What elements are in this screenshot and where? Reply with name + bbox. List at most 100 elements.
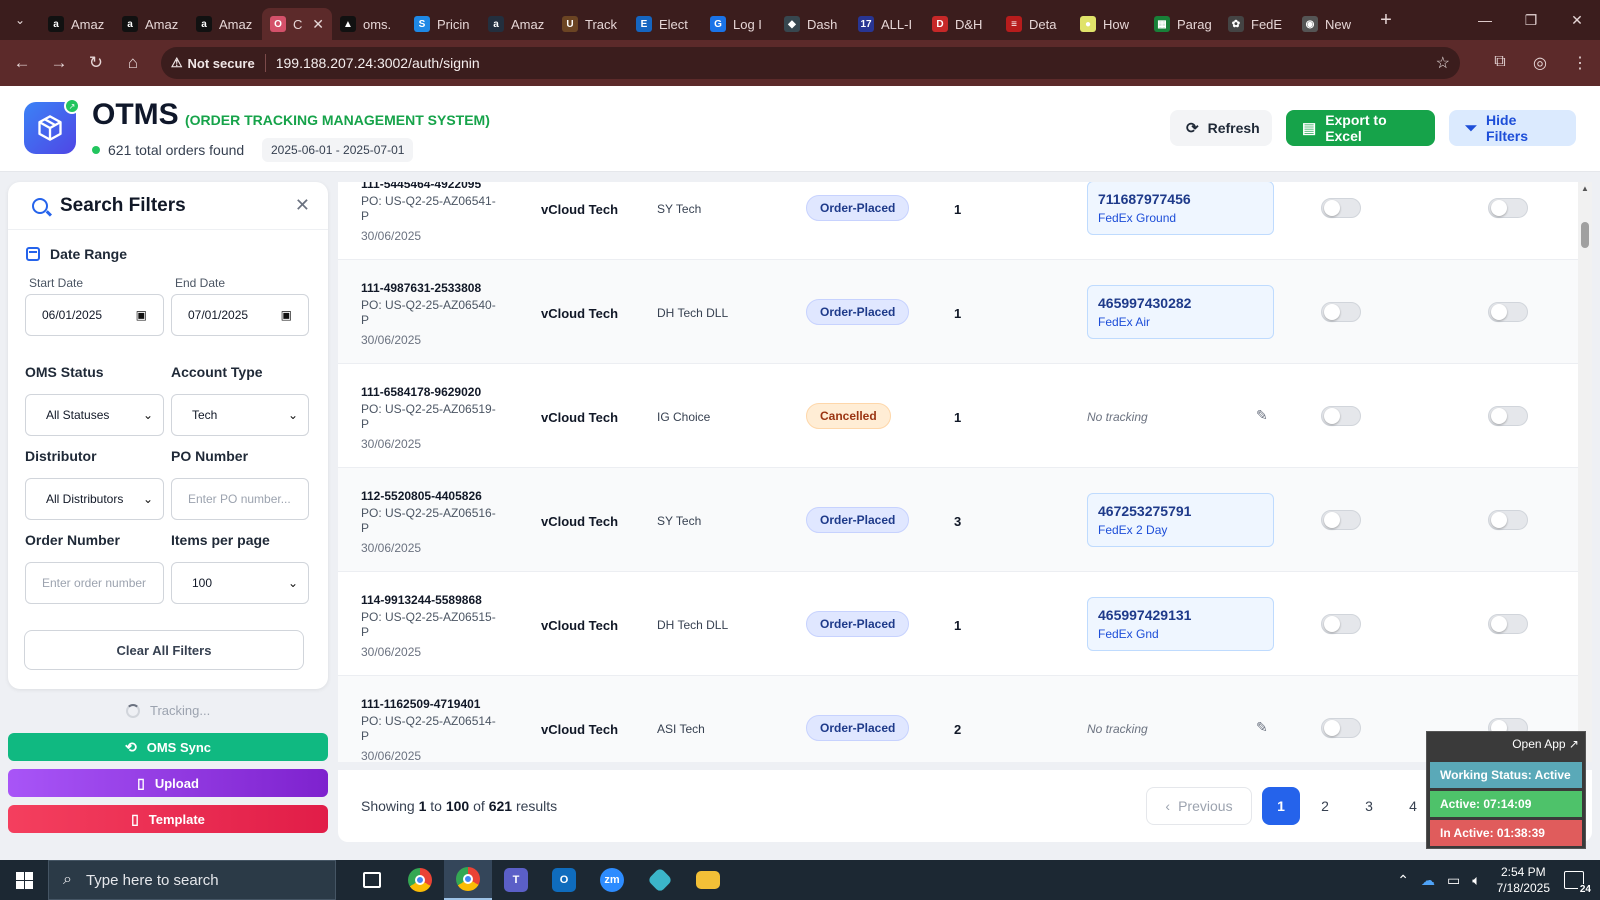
close-icon[interactable]: ✕ xyxy=(295,195,310,216)
volume-icon[interactable]: 🔈︎ xyxy=(1472,872,1480,889)
browser-tab[interactable]: E Elect xyxy=(628,8,702,40)
table-row[interactable]: 111-1162509-4719401 PO: US-Q2-25-AZ06514-… xyxy=(338,676,1578,762)
back-icon[interactable]: ← xyxy=(4,45,40,81)
browser-tab[interactable]: S Pricin xyxy=(406,8,480,40)
browser-tab[interactable]: a Amaz xyxy=(188,8,262,40)
toggle-switch[interactable] xyxy=(1321,510,1361,530)
network-icon[interactable]: ▭ xyxy=(1447,872,1460,889)
table-row[interactable]: 111-6584178-9629020 PO: US-Q2-25-AZ06519-… xyxy=(338,364,1578,468)
browser-tab[interactable]: ▲ oms. xyxy=(332,8,406,40)
browser-tab[interactable]: U Track xyxy=(554,8,628,40)
toggle-switch[interactable] xyxy=(1321,302,1361,322)
page-1-button[interactable]: 1 xyxy=(1262,787,1300,825)
teams-icon[interactable]: T xyxy=(492,860,540,900)
close-tab-icon[interactable]: ✕ xyxy=(312,16,324,33)
browser-tab[interactable]: D D&H xyxy=(924,8,998,40)
chevron-up-icon[interactable]: ⌃ xyxy=(1397,872,1409,889)
url-bar[interactable]: ⚠ Not secure 199.188.207.24:3002/auth/si… xyxy=(160,47,1460,79)
clear-all-filters-button[interactable]: Clear All Filters xyxy=(24,630,304,670)
open-app-link[interactable]: Open App ↗ xyxy=(1512,737,1579,751)
minimize-icon[interactable]: — xyxy=(1462,0,1508,40)
zoom-icon[interactable]: zm xyxy=(588,860,636,900)
browser-tab[interactable]: ▦ Parag xyxy=(1146,8,1220,40)
tracking-box[interactable]: 465997430282 FedEx Air xyxy=(1087,285,1274,339)
browser-tab[interactable]: ◉ New xyxy=(1294,8,1368,40)
outlook-icon[interactable]: O xyxy=(540,860,588,900)
scroll-up-icon[interactable]: ▲ xyxy=(1581,184,1589,193)
toggle-switch[interactable] xyxy=(1488,302,1528,322)
forward-icon[interactable]: → xyxy=(41,45,77,81)
close-window-icon[interactable]: ✕ xyxy=(1554,0,1600,40)
calendar-picker-icon[interactable]: ▣ xyxy=(136,308,147,322)
browser-tab[interactable]: ✿ FedE xyxy=(1220,8,1294,40)
tracking-box[interactable]: 711687977456 FedEx Ground xyxy=(1087,182,1274,235)
profile-icon[interactable]: ◎ xyxy=(1520,53,1560,73)
oms-sync-button[interactable]: ⟲ OMS Sync xyxy=(8,733,328,761)
reload-icon[interactable]: ↻ xyxy=(78,45,114,81)
upload-button[interactable]: ▯ Upload xyxy=(8,769,328,797)
browser-tab[interactable]: ≡ Deta xyxy=(998,8,1072,40)
app-diamond-icon[interactable] xyxy=(636,860,684,900)
tracking-box[interactable]: 467253275791 FedEx 2 Day xyxy=(1087,493,1274,547)
toggle-switch[interactable] xyxy=(1488,614,1528,634)
browser-tab[interactable]: a Amaz xyxy=(480,8,554,40)
browser-tab[interactable]: O C ✕ xyxy=(262,8,332,40)
bookmark-star-icon[interactable]: ☆ xyxy=(1436,53,1450,73)
end-date-input[interactable]: 07/01/2025 ▣ xyxy=(171,294,309,336)
onedrive-icon[interactable]: ☁ xyxy=(1421,872,1435,889)
table-row[interactable]: 111-5445464-4922095 PO: US-Q2-25-AZ06541-… xyxy=(338,182,1578,260)
table-row[interactable]: 111-4987631-2533808 PO: US-Q2-25-AZ06540-… xyxy=(338,260,1578,364)
toggle-switch[interactable] xyxy=(1488,198,1528,218)
calendar-picker-icon[interactable]: ▣ xyxy=(281,308,292,322)
po-number-input[interactable]: Enter PO number... xyxy=(171,478,309,520)
template-button[interactable]: ▯ Template xyxy=(8,805,328,833)
toggle-switch[interactable] xyxy=(1488,510,1528,530)
toggle-switch[interactable] xyxy=(1321,718,1361,738)
scroll-thumb[interactable] xyxy=(1581,222,1589,248)
table-row[interactable]: 112-5520805-4405826 PO: US-Q2-25-AZ06516-… xyxy=(338,468,1578,572)
maximize-icon[interactable]: ❐ xyxy=(1508,0,1554,40)
toggle-switch[interactable] xyxy=(1321,406,1361,426)
toggle-switch[interactable] xyxy=(1321,614,1361,634)
chrome-profile-icon[interactable] xyxy=(444,860,492,900)
browser-tab[interactable]: ● How xyxy=(1072,8,1146,40)
tab-search-icon[interactable]: ⌄ xyxy=(0,0,40,40)
taskbar-clock[interactable]: 2:54 PM 7/18/2025 xyxy=(1497,864,1550,896)
start-date-input[interactable]: 06/01/2025 ▣ xyxy=(25,294,164,336)
items-per-page-select[interactable]: 100 ⌄ xyxy=(171,562,309,604)
toggle-switch[interactable] xyxy=(1321,198,1361,218)
oms-status-select[interactable]: All Statuses ⌄ xyxy=(25,394,164,436)
pencil-icon[interactable]: ✎ xyxy=(1256,719,1268,736)
windows-start-icon[interactable] xyxy=(0,860,48,900)
new-tab-icon[interactable]: + xyxy=(1368,9,1404,32)
notifications-icon[interactable]: 24 xyxy=(1564,871,1593,895)
page-3-button[interactable]: 3 xyxy=(1350,787,1388,825)
previous-page-button[interactable]: ‹ Previous xyxy=(1146,787,1252,825)
browser-tab[interactable]: a Amaz xyxy=(40,8,114,40)
tracking-box[interactable]: 465997429131 FedEx Gnd xyxy=(1087,597,1274,651)
taskbar-search-input[interactable]: ⌕ Type here to search xyxy=(48,860,336,900)
browser-tab[interactable]: G Log I xyxy=(702,8,776,40)
browser-tab[interactable]: 17 ALL-I xyxy=(850,8,924,40)
po-number: PO: US-Q2-25-AZ06514-P xyxy=(361,714,496,743)
toggle-switch[interactable] xyxy=(1488,406,1528,426)
browser-tab[interactable]: ◆ Dash xyxy=(776,8,850,40)
export-to-excel-button[interactable]: ▤ Export to Excel xyxy=(1286,110,1435,146)
pencil-icon[interactable]: ✎ xyxy=(1256,407,1268,424)
extensions-icon[interactable]: ⧉ xyxy=(1480,53,1520,73)
order-number-input[interactable]: Enter order number xyxy=(25,562,164,604)
page-2-button[interactable]: 2 xyxy=(1306,787,1344,825)
home-icon[interactable]: ⌂ xyxy=(115,45,151,81)
table-scrollbar[interactable]: ▲ xyxy=(1578,182,1592,762)
chrome-icon[interactable] xyxy=(396,860,444,900)
hide-filters-button[interactable]: ⏷ Hide Filters xyxy=(1449,110,1576,146)
browser-menu-icon[interactable]: ⋮ xyxy=(1560,53,1600,73)
browser-tab[interactable]: a Amaz xyxy=(114,8,188,40)
table-row[interactable]: 114-9913244-5589868 PO: US-Q2-25-AZ06515-… xyxy=(338,572,1578,676)
task-view-icon[interactable] xyxy=(348,860,396,900)
refresh-button[interactable]: ⟳ Refresh xyxy=(1170,110,1272,146)
account-type-select[interactable]: Tech ⌄ xyxy=(171,394,309,436)
distributor-select[interactable]: All Distributors ⌄ xyxy=(25,478,164,520)
file-explorer-icon[interactable] xyxy=(684,860,732,900)
not-secure-indicator[interactable]: ⚠ Not secure xyxy=(171,55,255,71)
